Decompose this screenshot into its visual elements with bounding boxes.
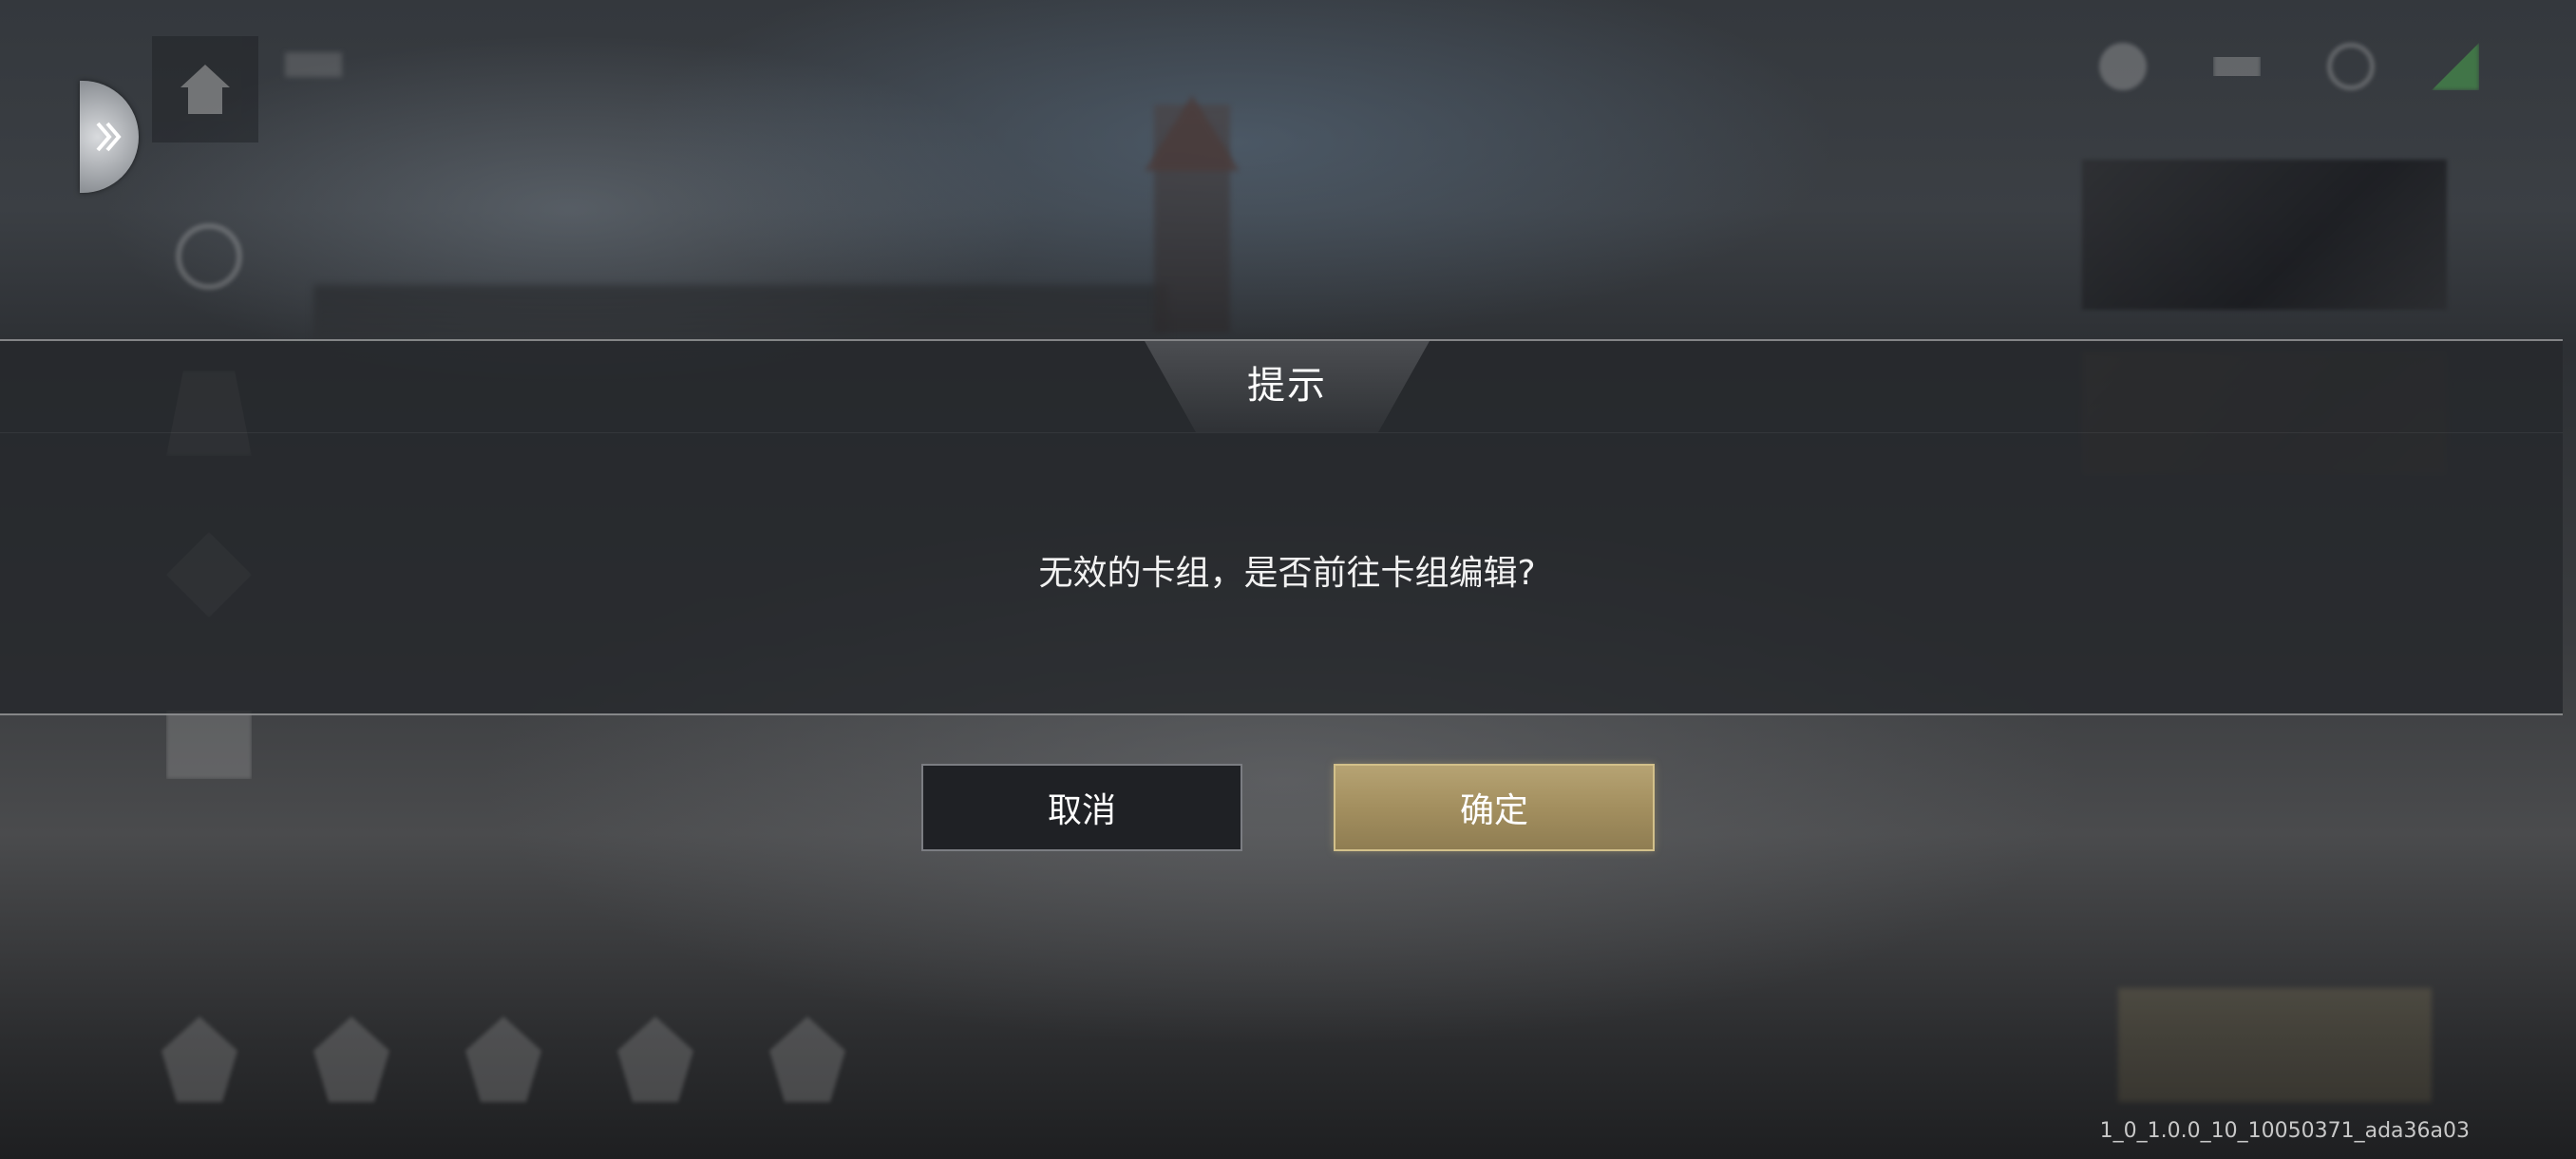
profile-icon xyxy=(2099,43,2147,90)
background-skyline xyxy=(313,285,1168,342)
event-banner xyxy=(2082,160,2447,310)
settings-icon xyxy=(2327,43,2375,90)
start-battle-button xyxy=(2118,988,2432,1102)
background-tower-roof xyxy=(1145,95,1240,171)
bottom-nav-icon xyxy=(465,1016,541,1102)
home-button[interactable] xyxy=(152,36,258,142)
double-chevron-right-icon xyxy=(96,122,122,152)
cancel-button[interactable]: 取消 xyxy=(921,764,1242,851)
top-label-blurred xyxy=(285,52,342,77)
bottom-nav-icon xyxy=(769,1016,845,1102)
version-label: 1_0_1.0.0_10_10050371_ada36a03 xyxy=(2099,1119,2470,1143)
gear-icon xyxy=(176,223,242,290)
bottom-nav xyxy=(161,1016,864,1112)
bottom-nav-icon xyxy=(617,1016,693,1102)
bottom-nav-icon xyxy=(313,1016,389,1102)
bottom-nav-icon xyxy=(161,1016,237,1102)
confirm-button[interactable]: 确定 xyxy=(1334,764,1655,851)
home-icon xyxy=(180,65,230,114)
dialog-message: 无效的卡组，是否前往卡组编辑? xyxy=(1038,554,1536,593)
game-screen: 提示 无效的卡组，是否前往卡组编辑? 取消 确定 1_0_1.0.0_10_10… xyxy=(0,0,2576,1159)
dialog-title: 提示 xyxy=(1247,364,1327,408)
